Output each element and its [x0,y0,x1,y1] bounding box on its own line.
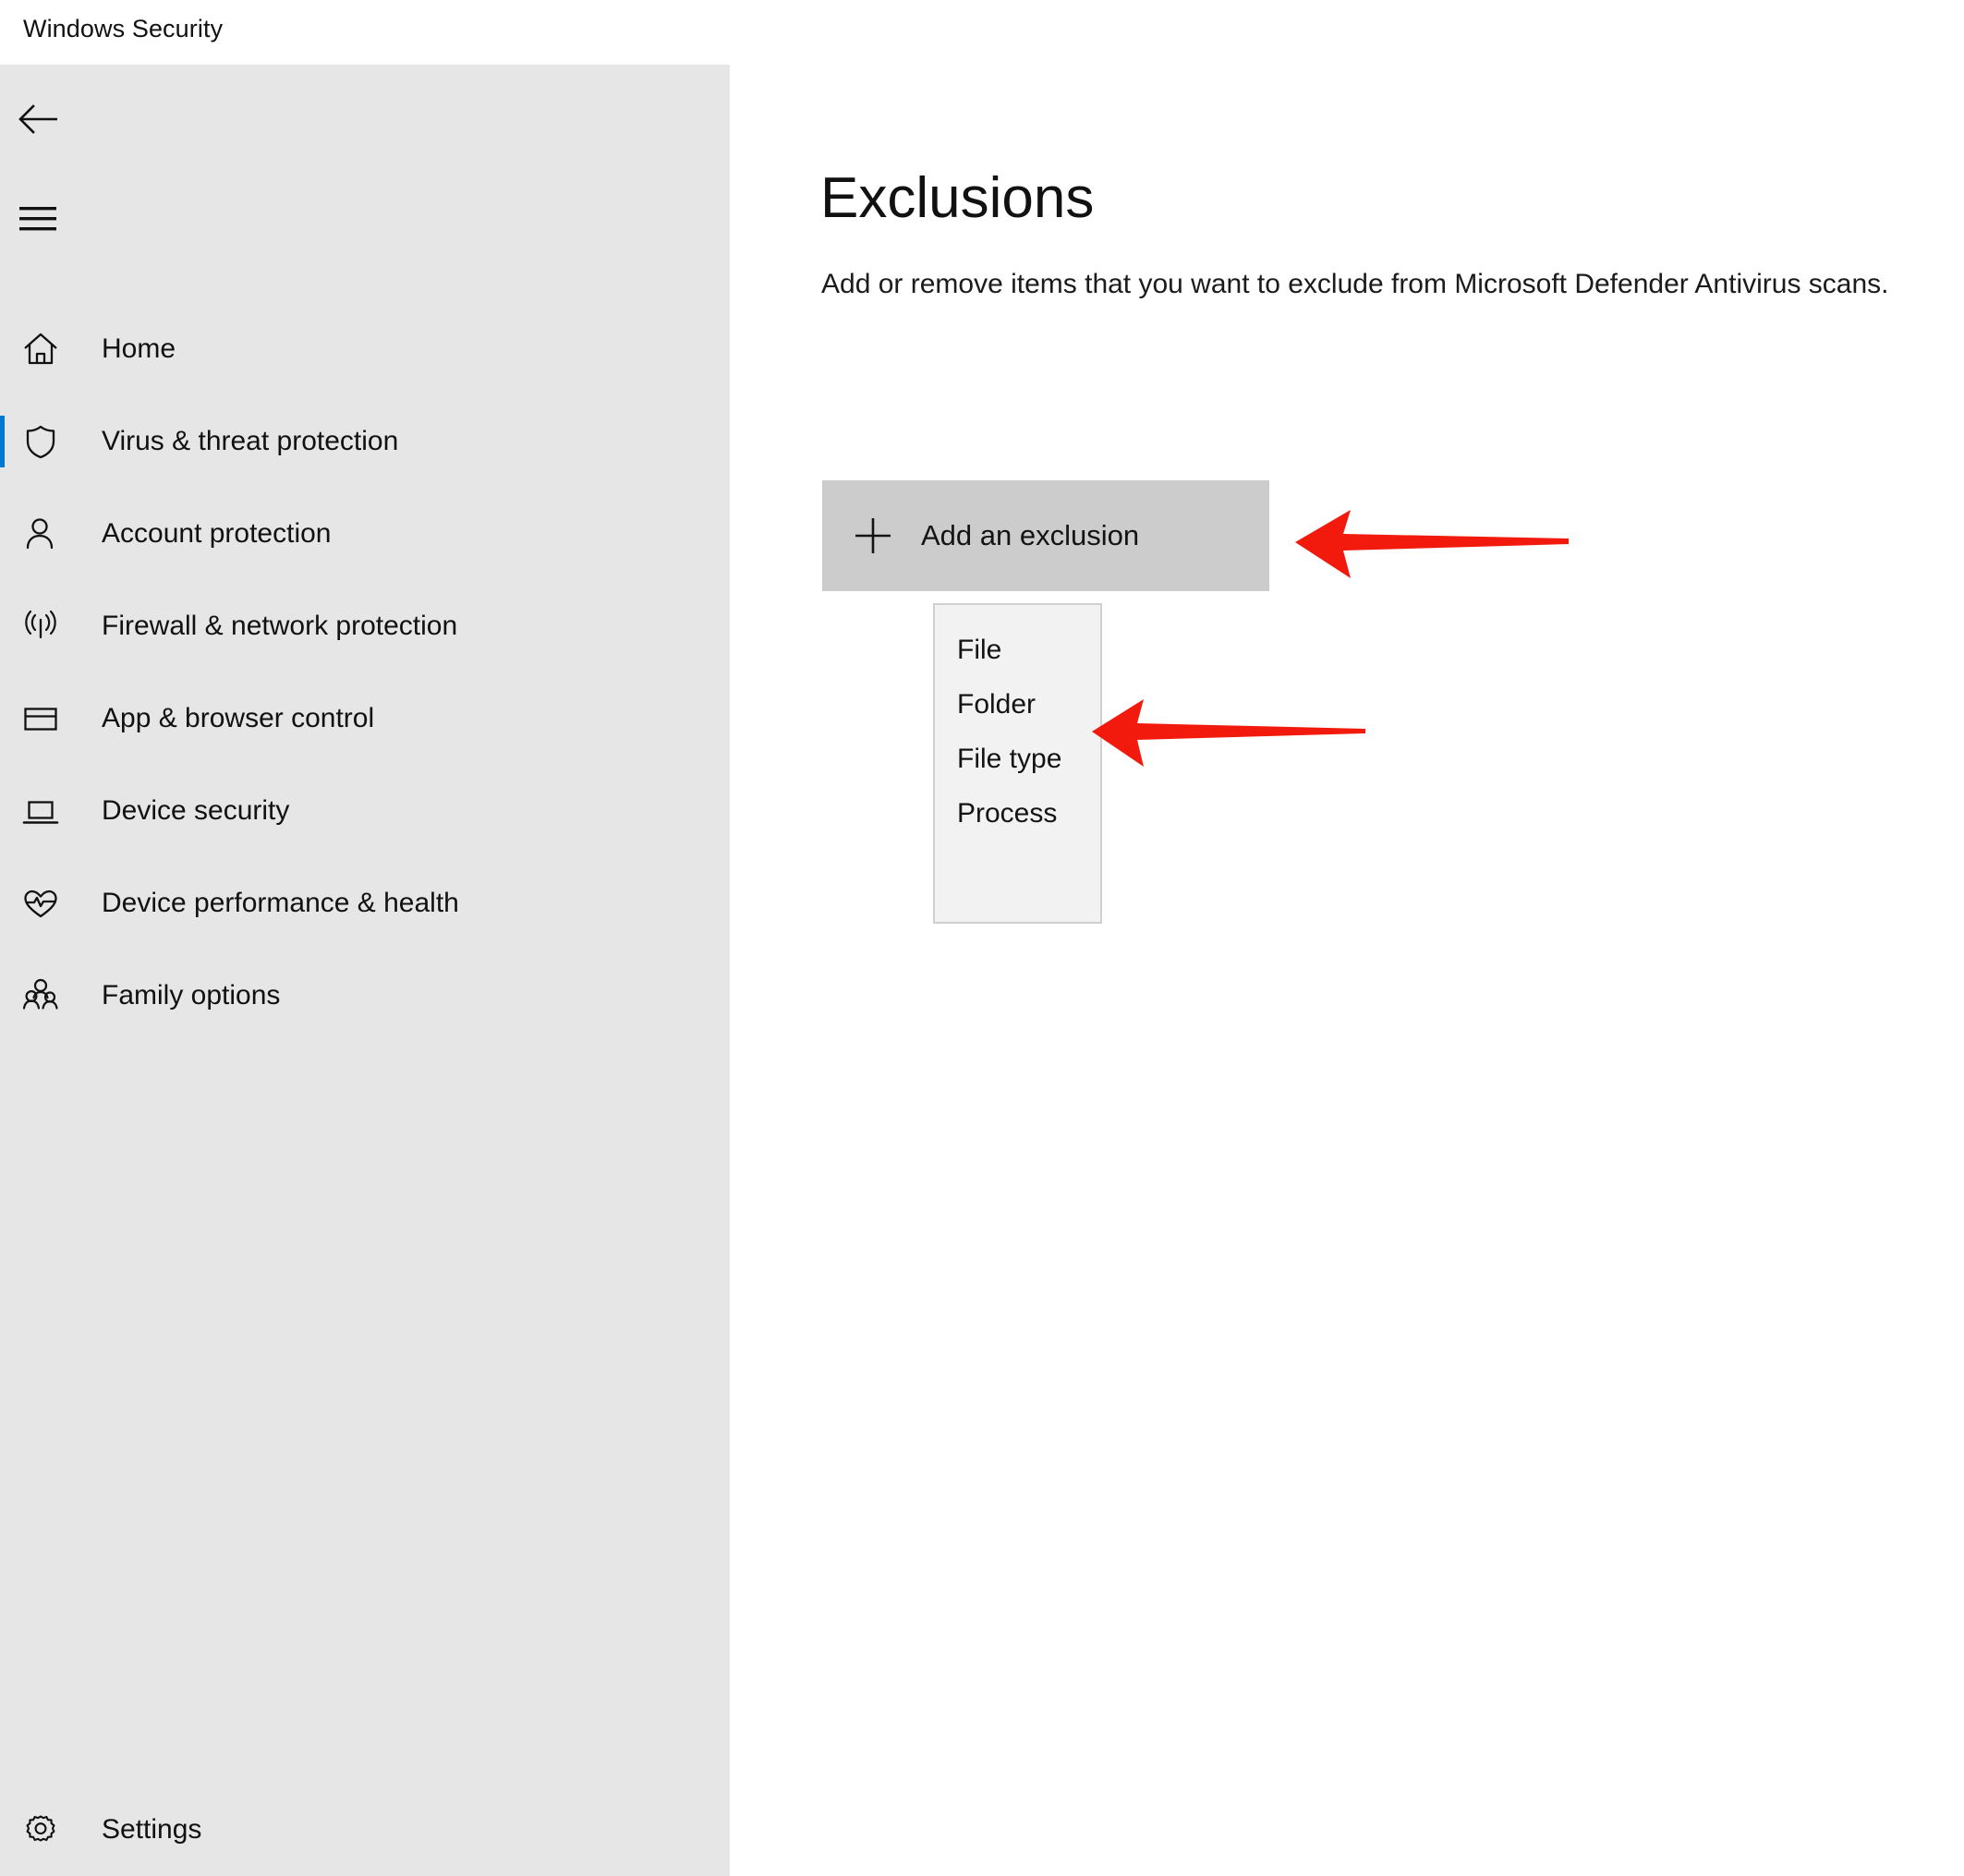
hamburger-menu-button[interactable] [0,185,92,255]
sidebar-item-device-security[interactable]: Device security [0,765,730,857]
selection-indicator [0,508,5,560]
sidebar-item-label: Home [102,333,176,364]
sidebar-item-label: Account protection [102,518,332,549]
app-title: Windows Security [23,15,224,42]
home-icon [20,329,61,369]
sidebar-item-label: App & browser control [102,703,375,733]
sidebar-item-label: Device performance & health [102,888,459,918]
selection-indicator [0,323,5,375]
back-button[interactable] [0,85,92,155]
selection-indicator [0,785,5,837]
selection-indicator [0,416,5,467]
menu-item-process[interactable]: Process [957,797,1057,830]
menu-item-file[interactable]: File [957,634,1001,667]
selection-indicator [0,877,5,929]
sidebar-item-label: Settings [102,1814,202,1845]
laptop-icon [20,791,61,831]
sidebar-item-firewall-network-protection[interactable]: Firewall & network protection [0,580,730,672]
hamburger-menu-icon [19,207,56,231]
navigation-sidebar: Home Virus & threat protection Account p… [0,65,730,1876]
shield-icon [20,421,61,462]
sidebar-item-label: Family options [102,980,281,1011]
main-content: Exclusions Add or remove items that you … [730,65,1964,1876]
sidebar-nav-list: Home Virus & threat protection Account p… [0,303,730,1042]
add-exclusion-label: Add an exclusion [921,519,1140,551]
add-exclusion-button[interactable]: Add an exclusion [822,480,1269,591]
selection-indicator [0,693,5,744]
window-title-bar: Windows Security [0,0,1964,65]
person-icon [20,514,61,554]
heartbeat-icon [20,883,61,924]
sidebar-item-app-browser-control[interactable]: App & browser control [0,672,730,765]
sidebar-item-virus-threat-protection[interactable]: Virus & threat protection [0,395,730,488]
wifi-signal-icon [20,606,61,647]
selection-indicator [0,600,5,652]
sidebar-item-label: Device security [102,795,290,826]
sidebar-item-home[interactable]: Home [0,303,730,395]
sidebar-item-device-performance-health[interactable]: Device performance & health [0,857,730,950]
people-group-icon [20,975,61,1016]
sidebar-item-settings[interactable]: Settings [0,1784,730,1876]
sidebar-item-label: Firewall & network protection [102,611,458,641]
exclusion-type-menu: File Folder File type Process [933,603,1102,924]
sidebar-item-account-protection[interactable]: Account protection [0,488,730,580]
selection-indicator [0,970,5,1022]
menu-item-folder[interactable]: Folder [957,688,1036,721]
window-icon [20,698,61,739]
page-title: Exclusions [820,165,1095,230]
plus-icon [852,514,894,557]
back-arrow-icon [18,104,57,134]
menu-item-file-type[interactable]: File type [957,743,1061,776]
sidebar-item-family-options[interactable]: Family options [0,950,730,1042]
page-description: Add or remove items that you want to exc… [821,269,1889,299]
gear-icon [20,1809,61,1850]
sidebar-item-label: Virus & threat protection [102,426,399,456]
